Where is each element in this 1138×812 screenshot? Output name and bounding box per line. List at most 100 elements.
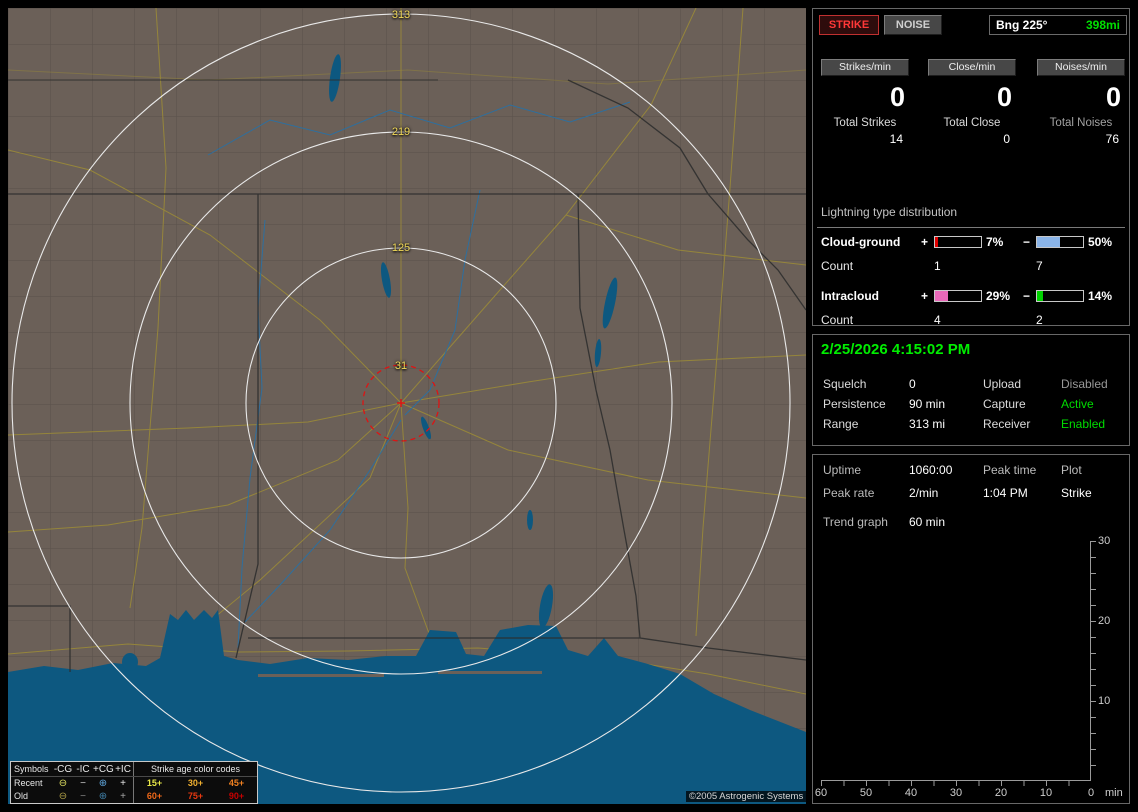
noises-per-min-button[interactable]: Noises/min [1037, 59, 1125, 76]
age-45: 45+ [228, 778, 245, 788]
close-per-min-value: 0 [996, 82, 1012, 112]
persistence-value: 90 min [909, 397, 946, 411]
divider [817, 227, 1125, 228]
legend-type-header-pos-cg: +CG [93, 763, 114, 775]
noises-column: Noises/min 0 Total Noises 76 [1035, 59, 1127, 146]
count-label: Count [821, 259, 854, 273]
x-axis-unit: min [1105, 787, 1123, 799]
uptime-value: 1060:00 [909, 463, 953, 477]
age-90: 90+ [228, 791, 245, 801]
bearing-label: Bng 225° [996, 18, 1048, 32]
range-ring-label-313: 313 [391, 9, 411, 21]
ic-minus-bar [1036, 290, 1084, 302]
x-tick-label-0: 0 [1087, 787, 1095, 799]
legend-ages-header: Strike age color codes [133, 762, 257, 776]
squelch-upload-row: Squelch 0 Upload Disabled [813, 377, 1129, 393]
cg-minus-pct: 50% [1088, 235, 1113, 249]
nexstorm-window: 313 219 125 31 Symbols -CG -IC +CG +IC S… [0, 0, 1138, 812]
close-column: Close/min 0 Total Close 0 [926, 59, 1018, 146]
total-noises-value: 76 [1105, 132, 1119, 146]
recent-age-codes: 15+ 30+ 45+ [133, 777, 257, 790]
receiver-status-box: 2/25/2026 4:15:02 PM Squelch 0 Upload Di… [812, 334, 1130, 446]
legend-recent-row: Recent ⊖ − ⊕ + 15+ 30+ 45+ [11, 777, 257, 790]
cg-plus-bar-fill [935, 237, 939, 247]
range-ring-label-125: 125 [391, 242, 411, 254]
trend-box: Uptime 1060:00 Peak time Plot Peak rate … [812, 454, 1130, 804]
upload-value: Disabled [1061, 377, 1108, 391]
ic-minus-bar-fill [1037, 291, 1044, 301]
total-strikes-label: Total Strikes [833, 117, 897, 129]
x-tick-label-40: 40 [904, 787, 918, 799]
capture-label: Capture [983, 397, 1026, 411]
total-close-value: 0 [1003, 132, 1010, 146]
old-neg-cg-icon: ⊖ [58, 791, 68, 802]
range-value: 313 mi [909, 417, 946, 431]
x-tick-label-10: 10 [1039, 787, 1053, 799]
count-label: Count [821, 313, 854, 327]
peak-rate-value: 2/min [909, 486, 939, 500]
ic-plus-bar [934, 290, 982, 302]
plot-value: Strike [1061, 486, 1092, 500]
y-tick-label-10: 10 [1098, 695, 1111, 707]
legend-type-header-neg-ic: -IC [76, 763, 90, 775]
ic-plus-pct: 29% [986, 289, 1011, 303]
ic-minus-pct: 14% [1088, 289, 1113, 303]
range-receiver-row: Range 313 mi Receiver Enabled [813, 417, 1129, 433]
map-legend: Symbols -CG -IC +CG +IC Strike age color… [10, 761, 258, 804]
range-ring-label-219: 219 [391, 126, 411, 138]
legend-old-row: Old ⊖ − ⊕ + 60+ 75+ 90+ [11, 790, 257, 803]
y-axis-ticks [1091, 541, 1096, 781]
close-per-min-button[interactable]: Close/min [928, 59, 1016, 76]
cg-minus-count: 7 [1036, 259, 1043, 273]
trend-graph-row: Trend graph 60 min [813, 515, 1129, 531]
legend-symbols-header: Symbols [14, 763, 49, 774]
intracloud-row: Intracloud + 29% − 14% [813, 289, 1129, 304]
peak-time-label: Peak time [983, 463, 1037, 477]
plot-label: Plot [1061, 463, 1082, 477]
strike-button[interactable]: STRIKE [819, 15, 879, 35]
y-tick-label-20: 20 [1098, 615, 1111, 627]
total-close-label: Total Close [943, 117, 1001, 129]
age-30: 30+ [187, 778, 204, 788]
distribution-title: Lightning type distribution [821, 205, 958, 219]
uptime-row: Uptime 1060:00 Peak time Plot [813, 463, 1129, 479]
strikes-per-min-button[interactable]: Strikes/min [821, 59, 909, 76]
peak-rate-row: Peak rate 2/min 1:04 PM Strike [813, 486, 1129, 502]
uptime-label: Uptime [823, 463, 862, 477]
old-pos-cg-icon: ⊕ [98, 791, 108, 802]
ic-plus-count: 4 [934, 313, 941, 327]
y-tick-label-30: 30 [1098, 535, 1111, 547]
legend-recent-label: Recent [14, 778, 43, 788]
peak-time-value: 1:04 PM [983, 486, 1028, 500]
cg-plus-pct: 7% [986, 235, 1004, 249]
lightning-map[interactable]: 313 219 125 31 Symbols -CG -IC +CG +IC S… [7, 7, 807, 804]
receiver-label: Receiver [983, 417, 1031, 431]
x-tick-label-20: 20 [994, 787, 1008, 799]
recent-neg-ic-icon: − [80, 778, 86, 789]
cg-minus-bar-fill [1037, 237, 1060, 247]
persistence-label: Persistence [823, 397, 886, 411]
trend-graph-label: Trend graph [823, 515, 888, 529]
copyright-label: ©2005 Astrogenic Systems [686, 791, 807, 802]
trend-graph: 30 20 10 60 50 40 30 20 10 0 min [815, 535, 1123, 799]
peak-rate-label: Peak rate [823, 486, 875, 500]
trend-graph-window: 60 min [909, 515, 946, 529]
old-age-codes: 60+ 75+ 90+ [133, 790, 257, 803]
recent-neg-cg-icon: ⊖ [58, 778, 68, 789]
squelch-label: Squelch [823, 377, 867, 391]
ic-plus-bar-fill [935, 291, 949, 301]
bearing-range: 398mi [1085, 18, 1120, 32]
legend-type-header-pos-ic: +IC [115, 763, 131, 775]
strike-statistics-box: STRIKE NOISE Bng 225° 398mi Strikes/min … [812, 8, 1130, 328]
old-pos-ic-icon: + [120, 791, 126, 802]
legend-old-label: Old [14, 791, 29, 801]
minus-sign: − [1023, 289, 1031, 303]
plus-sign: + [921, 289, 929, 303]
noises-per-min-value: 0 [1105, 82, 1121, 112]
recent-pos-ic-icon: + [120, 778, 126, 789]
noise-button[interactable]: NOISE [884, 15, 942, 35]
status-panel: STRIKE NOISE Bng 225° 398mi Strikes/min … [812, 8, 1138, 812]
intracloud-count-row: Count 4 2 [813, 313, 1129, 328]
cloud-ground-count-row: Count 1 7 [813, 259, 1129, 274]
recent-pos-cg-icon: ⊕ [98, 778, 108, 789]
